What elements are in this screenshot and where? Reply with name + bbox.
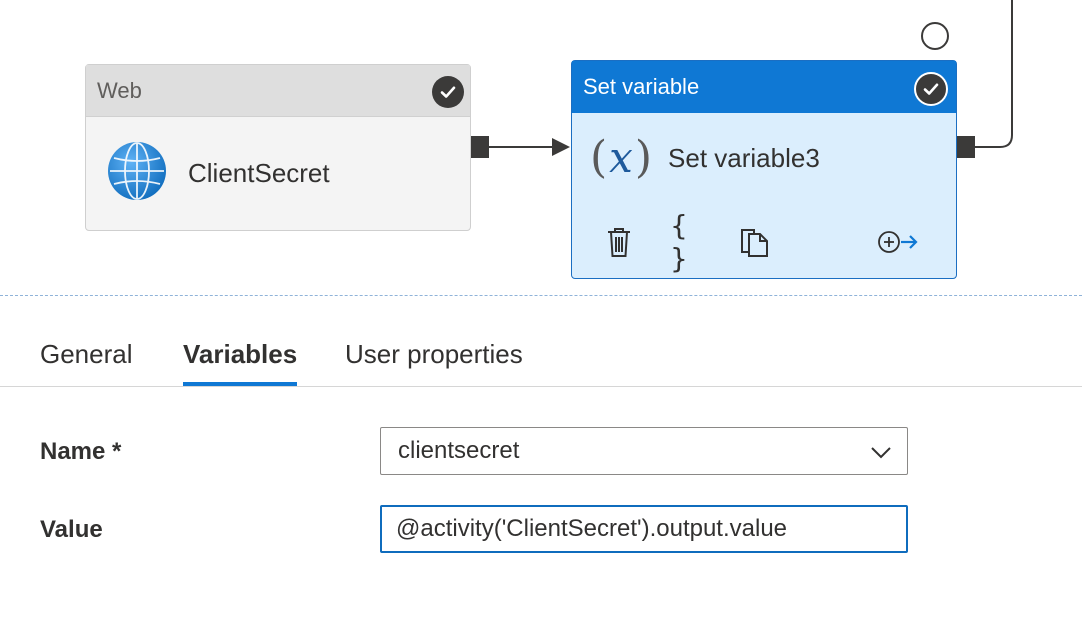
tab-variables[interactable]: Variables	[183, 339, 297, 370]
fx-variable-icon: (x)	[590, 132, 653, 183]
activity-toolbar: { }	[572, 206, 956, 278]
tab-general[interactable]: General	[40, 339, 133, 370]
connection-end-circle[interactable]	[921, 22, 949, 50]
active-tab-indicator	[183, 382, 297, 386]
activity-type-label: Set variable	[583, 74, 700, 99]
name-label: Name *	[40, 438, 122, 465]
value-label: Value	[40, 516, 103, 543]
tab-user-properties[interactable]: User properties	[345, 339, 523, 370]
tab-bar: General Variables User properties	[0, 297, 1082, 387]
name-dropdown[interactable]: clientsecret	[380, 427, 908, 475]
code-braces-icon[interactable]: { }	[670, 209, 704, 275]
activity-set-variable[interactable]: Set variable (x) Set variable3 {}	[571, 60, 957, 279]
activity-name: ClientSecret	[188, 158, 330, 188]
activity-type-label: Web	[97, 77, 142, 103]
success-check-icon	[432, 76, 464, 108]
globe-icon	[106, 140, 168, 207]
activity-web-clientsecret[interactable]: Web ClientSecret	[85, 64, 471, 231]
activity-type-header: Web	[86, 65, 470, 117]
activity-name: Set variable3	[668, 142, 820, 173]
delete-icon[interactable]	[602, 224, 636, 260]
activity-type-header: Set variable	[572, 61, 956, 113]
chevron-down-icon	[869, 440, 893, 464]
add-output-icon[interactable]	[876, 224, 920, 260]
output-port[interactable]	[471, 136, 489, 158]
pipeline-canvas[interactable]: Web ClientSecret Set variable (x) Set …	[0, 0, 1082, 297]
properties-panel: General Variables User properties Name *…	[0, 297, 1082, 643]
name-selected-value: clientsecret	[398, 437, 520, 464]
canvas-divider[interactable]	[0, 295, 1082, 296]
success-check-icon	[914, 72, 948, 106]
copy-icon[interactable]	[738, 224, 772, 260]
output-port[interactable]	[957, 136, 975, 158]
value-input[interactable]	[380, 505, 908, 553]
